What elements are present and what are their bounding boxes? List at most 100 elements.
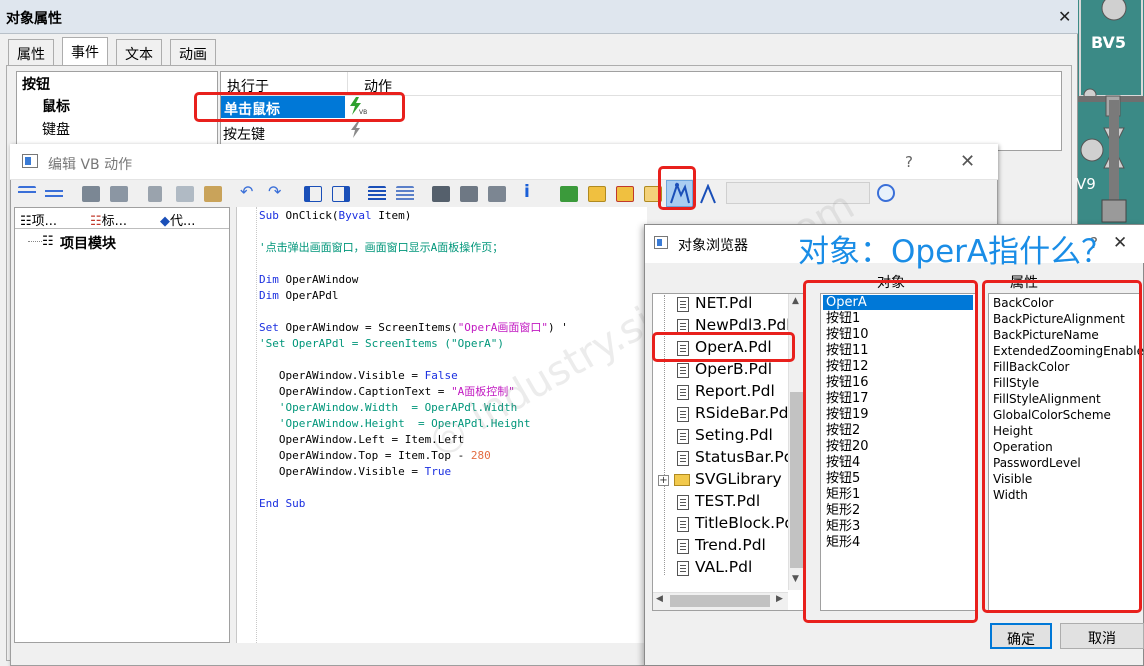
- file-icon: [677, 451, 689, 466]
- tab-code-label: 代...: [170, 214, 196, 229]
- code-text: OperAWindow.Visible =: [259, 465, 425, 478]
- code-keyword: Sub: [259, 209, 279, 222]
- tree-item-mouse[interactable]: 鼠标: [42, 96, 70, 116]
- folder-icon: [674, 474, 690, 486]
- edit-vb-close-button[interactable]: ✕: [960, 151, 975, 172]
- code-text: OnClick(: [278, 209, 339, 222]
- highlight-box-objects: [803, 280, 978, 623]
- print-preview-icon[interactable]: [110, 186, 128, 202]
- pdl-item[interactable]: Report.Pdl: [695, 382, 775, 400]
- file-icon: [677, 297, 689, 312]
- code-keyword: Dim: [259, 273, 279, 286]
- pdl-item[interactable]: VAL.Pdl: [695, 558, 752, 576]
- edit-vb-titlebar: [10, 144, 998, 180]
- align-left-icon[interactable]: [18, 186, 36, 202]
- compass-icon[interactable]: [698, 183, 718, 208]
- scroll-left-icon[interactable]: ◀: [656, 594, 663, 604]
- cut-icon[interactable]: [148, 186, 162, 202]
- pdl-item[interactable]: NET.Pdl: [695, 294, 752, 312]
- code-text: OperAWindow: [278, 273, 359, 286]
- tab-tags[interactable]: ☷标...: [90, 210, 127, 229]
- code-keyword: True: [424, 465, 452, 478]
- highlight-box-object-browser-button: [658, 166, 696, 210]
- tab-text[interactable]: 文本: [116, 39, 162, 65]
- code-keyword: Set: [259, 321, 279, 334]
- paste-icon[interactable]: [204, 186, 222, 202]
- pdl-hscroll-thumb[interactable]: [670, 595, 770, 607]
- code-comment-line: '点击弹出画面窗口，画面窗口显示A面板操作页；: [259, 241, 504, 254]
- code-keyword: Byval: [338, 209, 372, 222]
- code-line: End Sub: [259, 497, 306, 510]
- code-keyword: Dim: [259, 289, 279, 302]
- scroll-right-icon[interactable]: ▶: [776, 594, 783, 604]
- copy-icon[interactable]: [176, 186, 194, 202]
- code-comment-line: 'Set OperAPdl = ScreenItems ("OperA"): [259, 337, 505, 350]
- undo-icon[interactable]: ↶: [240, 182, 258, 201]
- tab-project-label: 项...: [31, 214, 58, 229]
- file-icon: [677, 539, 689, 554]
- tab-animation[interactable]: 动画: [170, 39, 216, 65]
- tab-project[interactable]: ☷项...: [20, 210, 57, 229]
- project-tree-pane: [14, 207, 230, 643]
- check-icon[interactable]: [560, 186, 578, 202]
- ok-button[interactable]: 确定: [990, 623, 1052, 649]
- property-icon[interactable]: [488, 186, 506, 202]
- window-icon: [654, 236, 668, 249]
- lightning-icon[interactable]: [348, 122, 364, 142]
- code-line: Dim OperAWindow: [259, 273, 358, 287]
- code-tab-icon: ◆: [160, 214, 170, 229]
- scroll-up-icon[interactable]: ▲: [792, 296, 799, 306]
- print-icon[interactable]: [82, 186, 100, 202]
- code-text: OperAWindow.CaptionText =: [259, 385, 452, 398]
- pdl-item[interactable]: StatusBar.Pdl: [695, 448, 798, 466]
- tree-item-project-module[interactable]: 项目模块: [60, 233, 116, 253]
- object-properties-close-button[interactable]: ✕: [1058, 7, 1071, 26]
- tab-properties[interactable]: 属性: [8, 39, 54, 65]
- info-icon[interactable]: i: [524, 182, 542, 202]
- code-line: Sub OnClick(Byval Item): [259, 209, 411, 223]
- tag-icon[interactable]: [432, 186, 450, 202]
- redo-icon[interactable]: ↷: [268, 182, 286, 201]
- indent-icon[interactable]: [304, 186, 322, 202]
- file-icon: [677, 407, 689, 422]
- code-text: OperAWindow.Visible =: [259, 369, 425, 382]
- code-string: "OperA画面窗口": [457, 321, 549, 334]
- tags-tab-icon: ☷: [90, 214, 102, 229]
- folder-icon[interactable]: [588, 186, 606, 202]
- window-icon: [22, 154, 38, 168]
- comment-icon[interactable]: [368, 186, 386, 202]
- expand-icon[interactable]: +: [658, 475, 669, 486]
- highlight-box-attributes: [982, 280, 1142, 613]
- pdl-folder-svglibrary[interactable]: SVGLibrary: [695, 470, 782, 488]
- code-gutter: [236, 207, 257, 643]
- pdl-item[interactable]: TEST.Pdl: [695, 492, 760, 510]
- file-icon: [677, 385, 689, 400]
- pdl-item[interactable]: OperB.Pdl: [695, 360, 772, 378]
- tree-connector: [28, 241, 42, 242]
- clock-icon[interactable]: [877, 184, 895, 202]
- event-row-left-button[interactable]: 按左键: [223, 124, 265, 144]
- tab-code[interactable]: ◆代...: [160, 210, 195, 229]
- uncomment-icon[interactable]: [396, 186, 414, 202]
- pdl-item[interactable]: Seting.Pdl: [695, 426, 773, 444]
- pdl-item[interactable]: RSideBar.Pdl: [695, 404, 793, 422]
- code-line: OperAWindow.Visible = True: [259, 465, 451, 479]
- object-icon[interactable]: [460, 186, 478, 202]
- pdl-item[interactable]: TitleBlock.Pdl: [695, 514, 799, 532]
- tab-events[interactable]: 事件: [62, 37, 108, 66]
- scroll-down-icon[interactable]: ▼: [792, 574, 799, 584]
- align-center-icon[interactable]: [45, 186, 63, 202]
- file-icon: [677, 561, 689, 576]
- code-line: Set OperAWindow = ScreenItems("OperA画面窗口…: [259, 321, 568, 335]
- highlight-box-opera-pdl: [652, 332, 795, 362]
- tree-item-button[interactable]: 按钮: [22, 74, 50, 94]
- pdl-item[interactable]: Trend.Pdl: [695, 536, 766, 554]
- object-browser-close-button[interactable]: ✕: [1113, 233, 1127, 253]
- cancel-button[interactable]: 取消: [1060, 623, 1144, 649]
- pdl-scroll-thumb[interactable]: [790, 392, 803, 568]
- tree-item-keyboard[interactable]: 键盘: [42, 119, 70, 139]
- new-folder-icon[interactable]: [616, 186, 634, 202]
- highlight-box-click-mouse: [194, 92, 405, 122]
- outdent-icon[interactable]: [332, 186, 350, 202]
- edit-vb-help-button[interactable]: ?: [905, 153, 913, 171]
